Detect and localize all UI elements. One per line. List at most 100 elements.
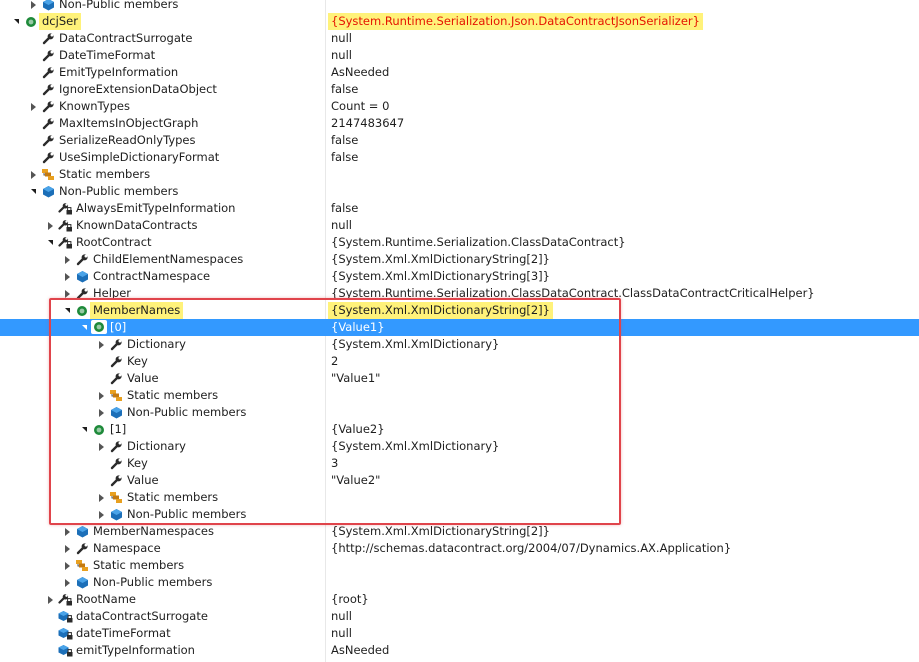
expand-arrow-icon[interactable] (96, 387, 106, 404)
variable-name: Non-Public members (127, 405, 247, 419)
expand-arrow-icon[interactable] (28, 166, 38, 183)
tree-row-0[interactable]: [0] {Value1} (0, 319, 919, 336)
variable-value[interactable]: {http://schemas.datacontract.org/2004/07… (331, 540, 731, 557)
static-members-icon (40, 166, 56, 183)
property-wrench-icon (40, 98, 56, 115)
variable-value[interactable]: null (331, 47, 352, 64)
variable-value[interactable]: null (331, 625, 352, 642)
tree-row-serializereadonlytypes[interactable]: SerializeReadOnlyTypes false (0, 132, 919, 149)
tree-row-static-members[interactable]: Static members (0, 166, 919, 183)
tree-row-alwaysemittypeinformation[interactable]: AlwaysEmitTypeInformation false (0, 200, 919, 217)
tree-row-membernamespaces[interactable]: MemberNamespaces {System.Xml.XmlDictionar… (0, 523, 919, 540)
tree-row-non-public-members[interactable]: Non-Public members (0, 183, 919, 200)
variable-value[interactable]: "Value1" (331, 370, 380, 387)
collapse-arrow-icon[interactable] (79, 319, 89, 336)
collapse-arrow-icon[interactable] (11, 13, 21, 30)
variable-name: Static members (127, 490, 219, 504)
collapse-arrow-icon[interactable] (62, 302, 72, 319)
tree-row-non-public-members[interactable]: Non-Public members (0, 574, 919, 591)
expand-arrow-icon[interactable] (96, 404, 106, 421)
variable-value[interactable]: {System.Xml.XmlDictionary} (331, 336, 499, 353)
tree-row-ignoreextensiondataobject[interactable]: IgnoreExtensionDataObject false (0, 81, 919, 98)
tree-row-contractnamespace[interactable]: ContractNamespace {System.Xml.XmlDictiona… (0, 268, 919, 285)
tree-row-dictionary[interactable]: Dictionary {System.Xml.XmlDictionary} (0, 438, 919, 455)
expand-arrow-icon[interactable] (45, 591, 55, 608)
tree-row-usesimpledictionaryformat[interactable]: UseSimpleDictionaryFormat false (0, 149, 919, 166)
tree-row-key[interactable]: Key 2 (0, 353, 919, 370)
expand-arrow-icon[interactable] (28, 0, 38, 13)
tree-row-dictionary[interactable]: Dictionary {System.Xml.XmlDictionary} (0, 336, 919, 353)
expand-arrow-icon[interactable] (62, 540, 72, 557)
tree-row-datetimeformat[interactable]: DateTimeFormat null (0, 47, 919, 64)
variable-value[interactable]: {Value2} (331, 421, 385, 438)
collapse-arrow-icon[interactable] (45, 234, 55, 251)
variable-value[interactable]: {root} (331, 591, 369, 608)
variable-value[interactable]: {System.Xml.XmlDictionaryString[2]} (331, 523, 550, 540)
variable-value[interactable]: false (331, 149, 358, 166)
expand-arrow-icon[interactable] (62, 557, 72, 574)
variable-value[interactable]: null (331, 608, 352, 625)
variable-value[interactable]: {System.Runtime.Serialization.ClassDataC… (331, 234, 626, 251)
tree-row-non-public-members[interactable]: Non-Public members (0, 506, 919, 523)
variable-value[interactable]: {Value1} (331, 319, 385, 336)
tree-row-non-public-members[interactable]: Non-Public members (0, 0, 919, 13)
tree-row-emittypeinformation[interactable]: emitTypeInformation AsNeeded (0, 642, 919, 659)
expand-arrow-icon[interactable] (62, 574, 72, 591)
variable-value[interactable]: false (331, 132, 358, 149)
tree-row-static-members[interactable]: Static members (0, 489, 919, 506)
tree-row-namespace[interactable]: Namespace {http://schemas.datacontract.or… (0, 540, 919, 557)
expand-arrow-icon[interactable] (28, 98, 38, 115)
tree-row-knowndatacontracts[interactable]: KnownDataContracts null (0, 217, 919, 234)
tree-row-dcjser[interactable]: dcjSer {System.Runtime.Serialization.Json… (0, 13, 919, 30)
variable-value[interactable]: 2 (331, 353, 338, 370)
variable-value[interactable]: {System.Runtime.Serialization.ClassDataC… (331, 285, 815, 302)
expand-arrow-icon[interactable] (96, 336, 106, 353)
tree-row-non-public-members[interactable]: Non-Public members (0, 404, 919, 421)
variable-value[interactable]: 3 (331, 455, 338, 472)
property-wrench-icon (74, 285, 90, 302)
nonpublic-members-icon (108, 506, 124, 523)
tree-row-datacontractsurrogate[interactable]: DataContractSurrogate null (0, 30, 919, 47)
tree-row-datetimeformat[interactable]: dateTimeFormat null (0, 625, 919, 642)
expand-arrow-icon[interactable] (45, 217, 55, 234)
tree-row-rootcontract[interactable]: RootContract {System.Runtime.Serializatio… (0, 234, 919, 251)
expand-arrow-icon[interactable] (62, 268, 72, 285)
tree-row-membernames[interactable]: MemberNames {System.Xml.XmlDictionaryStri… (0, 302, 919, 319)
variable-value[interactable]: false (331, 200, 358, 217)
tree-row-datacontractsurrogate[interactable]: dataContractSurrogate null (0, 608, 919, 625)
tree-row-static-members[interactable]: Static members (0, 387, 919, 404)
variable-value[interactable]: {System.Runtime.Serialization.Json.DataC… (328, 13, 703, 30)
variable-value[interactable]: Count = 0 (331, 98, 389, 115)
variable-value[interactable]: 2147483647 (331, 115, 404, 132)
variable-value[interactable]: false (331, 81, 358, 98)
expand-arrow-icon[interactable] (62, 285, 72, 302)
tree-row-value[interactable]: Value "Value1" (0, 370, 919, 387)
tree-row-childelementnamespaces[interactable]: ChildElementNamespaces {System.Xml.XmlDic… (0, 251, 919, 268)
variable-value[interactable]: AsNeeded (331, 64, 389, 81)
expand-arrow-icon[interactable] (62, 251, 72, 268)
tree-row-rootname[interactable]: RootName {root} (0, 591, 919, 608)
tree-row-knowntypes[interactable]: KnownTypes Count = 0 (0, 98, 919, 115)
variable-value[interactable]: "Value2" (331, 472, 380, 489)
tree-row-maxitemsinobjectgraph[interactable]: MaxItemsInObjectGraph 2147483647 (0, 115, 919, 132)
variable-value[interactable]: null (331, 30, 352, 47)
variable-value[interactable]: null (331, 217, 352, 234)
expand-arrow-icon[interactable] (96, 438, 106, 455)
tree-row-static-members[interactable]: Static members (0, 557, 919, 574)
expand-arrow-icon[interactable] (96, 489, 106, 506)
variable-value[interactable]: {System.Xml.XmlDictionaryString[3]} (331, 268, 550, 285)
expand-arrow-icon[interactable] (62, 523, 72, 540)
collapse-arrow-icon[interactable] (79, 421, 89, 438)
variable-value[interactable]: AsNeeded (331, 642, 389, 659)
tree-row-1[interactable]: [1] {Value2} (0, 421, 919, 438)
expand-arrow-icon[interactable] (96, 506, 106, 523)
tree-row-helper[interactable]: Helper {System.Runtime.Serialization.Clas… (0, 285, 919, 302)
tree-row-key[interactable]: Key 3 (0, 455, 919, 472)
collapse-arrow-icon[interactable] (28, 183, 38, 200)
tree-row-emittypeinformation[interactable]: EmitTypeInformation AsNeeded (0, 64, 919, 81)
property-wrench-icon (108, 472, 124, 489)
tree-row-value[interactable]: Value "Value2" (0, 472, 919, 489)
variable-value[interactable]: {System.Xml.XmlDictionaryString[2]} (331, 251, 550, 268)
variable-value[interactable]: {System.Xml.XmlDictionary} (331, 438, 499, 455)
variable-value[interactable]: {System.Xml.XmlDictionaryString[2]} (328, 302, 553, 319)
